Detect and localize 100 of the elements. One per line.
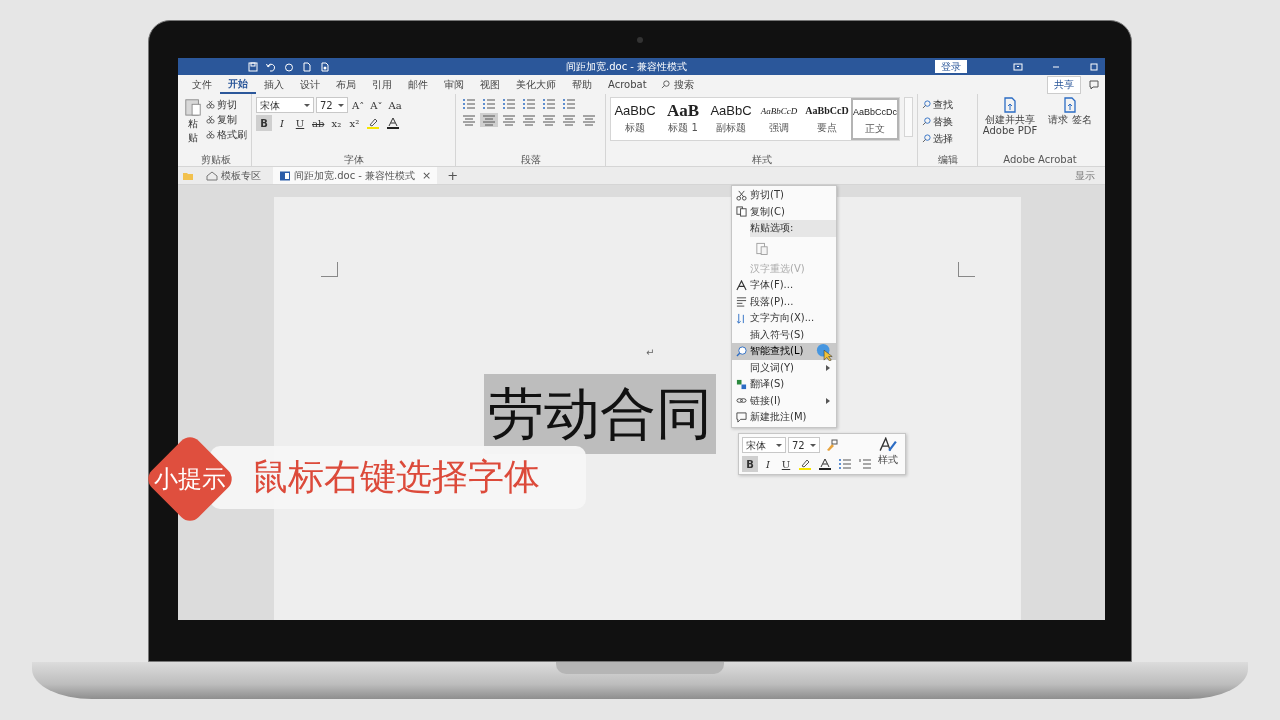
align-icon[interactable] <box>520 113 538 127</box>
undo-icon[interactable] <box>266 61 276 72</box>
ribbon-tab[interactable]: 文件 <box>184 75 220 94</box>
format-button[interactable]: U <box>778 456 794 472</box>
paste-button[interactable]: 粘贴 <box>184 97 202 153</box>
ribbon-display-icon[interactable] <box>1013 61 1023 72</box>
align-icon[interactable] <box>560 113 578 127</box>
style-option[interactable]: AaB 标题 1 <box>659 98 707 140</box>
format-button[interactable]: I <box>274 115 290 131</box>
ribbon-tab[interactable]: 插入 <box>256 75 292 94</box>
align-icon[interactable] <box>460 113 478 127</box>
document-heading: 劳动合同 <box>484 374 716 454</box>
font-size-button[interactable]: A˄ <box>350 97 367 113</box>
template-tab[interactable]: 模板专区 <box>200 167 267 184</box>
list-format-icon[interactable] <box>520 97 538 111</box>
ribbon-tab[interactable]: 视图 <box>472 75 508 94</box>
format-button[interactable]: I <box>760 456 776 472</box>
style-option[interactable]: AaBbCcD 要点 <box>803 98 851 140</box>
font-size-field[interactable]: 72 <box>316 97 348 113</box>
ribbon-tab[interactable]: 引用 <box>364 75 400 94</box>
ribbon-tab[interactable]: 审阅 <box>436 75 472 94</box>
mouse-cursor-icon <box>816 343 834 361</box>
menu-item[interactable]: 插入符号(S) <box>732 326 836 343</box>
ribbon-tab[interactable]: 布局 <box>328 75 364 94</box>
menu-item[interactable]: 段落(P)... <box>732 293 836 310</box>
font-name-field[interactable]: 宋体 <box>742 437 786 453</box>
clipboard-action[interactable]: 格式刷 <box>206 127 247 142</box>
list-format-icon[interactable] <box>500 97 518 111</box>
font-size-button[interactable]: A˅ <box>368 97 385 113</box>
paragraph-icon <box>735 296 747 308</box>
acrobat-button[interactable]: 创建并共享 Adobe PDF <box>982 97 1038 153</box>
close-tab-button[interactable]: × <box>422 169 432 182</box>
format-button[interactable]: B <box>742 456 758 472</box>
style-option[interactable]: AaBbCcD 强调 <box>755 98 803 140</box>
ribbon-tab[interactable]: 设计 <box>292 75 328 94</box>
search-button[interactable]: 搜索 <box>654 76 700 93</box>
editing-action[interactable]: 替换 <box>922 114 973 129</box>
format-button[interactable]: B <box>256 115 272 131</box>
menu-item[interactable]: 剪切(T) <box>732 187 836 204</box>
maximize-icon[interactable] <box>1089 61 1099 72</box>
comment-icon[interactable] <box>1089 79 1099 90</box>
menu-item[interactable]: 复制(C) <box>732 203 836 220</box>
acrobat-button[interactable]: 请求 签名 <box>1042 97 1098 153</box>
font-size-field[interactable]: 72 <box>788 437 820 453</box>
menu-item[interactable]: 粘贴选项: <box>750 220 836 237</box>
style-option[interactable]: AaBbC 标题 <box>611 98 659 140</box>
camera-icon <box>637 37 643 43</box>
menu-item[interactable]: 智能查找(L) <box>732 343 836 360</box>
document-tab[interactable]: 间距加宽.doc - 兼容性模式 × <box>273 167 438 184</box>
group-label: Adobe Acrobat <box>1002 153 1078 166</box>
menu-item[interactable]: 文字方向(X)... <box>732 310 836 327</box>
format-button[interactable]: U <box>292 115 308 131</box>
gallery-scrollbar[interactable] <box>904 97 913 137</box>
redo-icon[interactable] <box>284 61 294 72</box>
new-tab-button[interactable]: + <box>443 168 463 183</box>
font-size-button[interactable]: Aa <box>386 97 404 113</box>
share-button[interactable]: 共享 <box>1047 75 1081 94</box>
group-label: 样式 <box>750 153 773 166</box>
display-button[interactable]: 显示 <box>1069 167 1101 184</box>
editing-action[interactable]: 选择 <box>922 131 973 146</box>
align-icon[interactable] <box>540 113 558 127</box>
save-icon[interactable] <box>248 61 258 72</box>
scissors-icon <box>206 100 215 109</box>
scissors-icon <box>735 189 747 201</box>
ribbon-tab[interactable]: 帮助 <box>564 75 600 94</box>
numbering-icon[interactable] <box>856 457 874 471</box>
window-title: 间距加宽.doc - 兼容性模式 <box>566 59 689 74</box>
list-format-icon[interactable] <box>480 97 498 111</box>
menu-item[interactable]: 字体(F)... <box>732 277 836 294</box>
clipboard-action[interactable]: 复制 <box>206 112 237 127</box>
align-icon[interactable] <box>580 113 598 127</box>
search-icon <box>922 117 931 126</box>
text-direction-icon <box>735 312 747 324</box>
align-icon[interactable] <box>500 113 518 127</box>
style-option[interactable]: AaBbC 副标题 <box>707 98 755 140</box>
ribbon-tab[interactable]: 美化大师 <box>508 75 564 94</box>
new-document-icon[interactable] <box>302 61 312 72</box>
clipboard-action[interactable]: 剪切 <box>206 97 237 112</box>
styles-button[interactable]: 样式 <box>878 437 898 471</box>
menu-item[interactable]: 同义词(Y) <box>732 359 836 376</box>
format-button[interactable]: x² <box>346 115 363 131</box>
menu-item[interactable]: 翻译(S) <box>732 376 836 393</box>
ribbon-tab[interactable]: 邮件 <box>400 75 436 94</box>
menu-item[interactable]: 链接(I) <box>732 392 836 409</box>
list-format-icon[interactable] <box>460 97 478 111</box>
font-name-field[interactable]: 宋体 <box>256 97 314 113</box>
format-button[interactable]: ab <box>310 115 327 131</box>
font-color-icon[interactable] <box>816 457 834 471</box>
print-preview-icon[interactable] <box>320 61 330 72</box>
ribbon-tab[interactable]: Acrobat <box>600 75 655 94</box>
menu-item[interactable]: 新建批注(M) <box>732 409 836 426</box>
list-format-icon[interactable] <box>540 97 558 111</box>
format-button[interactable]: x₂ <box>328 115 345 131</box>
editing-action[interactable]: 查找 <box>922 97 973 112</box>
highlight-icon[interactable] <box>796 457 814 471</box>
list-format-icon[interactable] <box>560 97 578 111</box>
paste-option-icon[interactable] <box>756 241 768 256</box>
style-option[interactable]: AaBbCcDc 正文 <box>851 98 899 140</box>
sign-in-button[interactable]: 登录 <box>935 60 967 73</box>
align-icon[interactable] <box>480 113 498 127</box>
